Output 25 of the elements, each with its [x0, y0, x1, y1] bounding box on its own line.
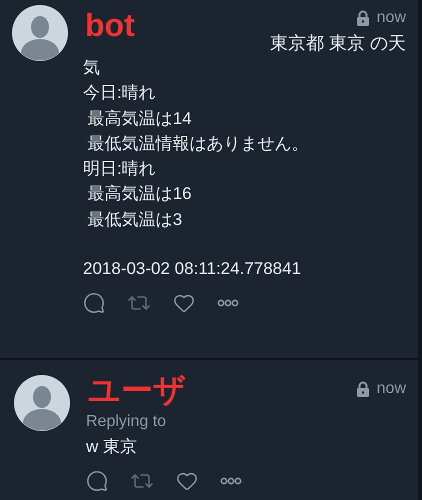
timestamp: now — [376, 380, 406, 398]
reply-button[interactable] — [86, 470, 108, 492]
tweet-text: 東京都 東京 の天 — [270, 32, 406, 55]
timestamp: now — [376, 9, 406, 27]
tweet-text: 今日:晴れ — [83, 82, 157, 104]
tweet-text: 最高気温は16 — [86, 183, 193, 206]
user-name[interactable]: bot — [85, 5, 135, 45]
tweet-text: 2018-03-02 08:11:24.778841 — [83, 258, 302, 280]
more-button[interactable] — [217, 299, 239, 308]
like-button[interactable] — [173, 292, 195, 314]
avatar[interactable] — [14, 375, 70, 431]
lock-icon — [354, 381, 371, 397]
more-button[interactable] — [220, 477, 242, 486]
tweet-text: 明日:晴れ — [83, 158, 157, 180]
user-name[interactable]: ユーザ — [88, 370, 186, 410]
tweet-text: 最低気温は3 — [86, 208, 184, 231]
tweet-text: w 東京 — [86, 436, 138, 458]
tweet-text: 最高気温は14 — [86, 108, 193, 130]
tweet-text: 最低気温情報はありません。 — [86, 132, 310, 155]
lock-icon — [354, 10, 371, 26]
replying-label: Replying to — [86, 412, 168, 432]
avatar[interactable] — [12, 5, 68, 61]
tweet-text: 気 — [83, 57, 101, 79]
reply-button[interactable] — [83, 292, 105, 314]
like-button[interactable] — [176, 470, 198, 492]
